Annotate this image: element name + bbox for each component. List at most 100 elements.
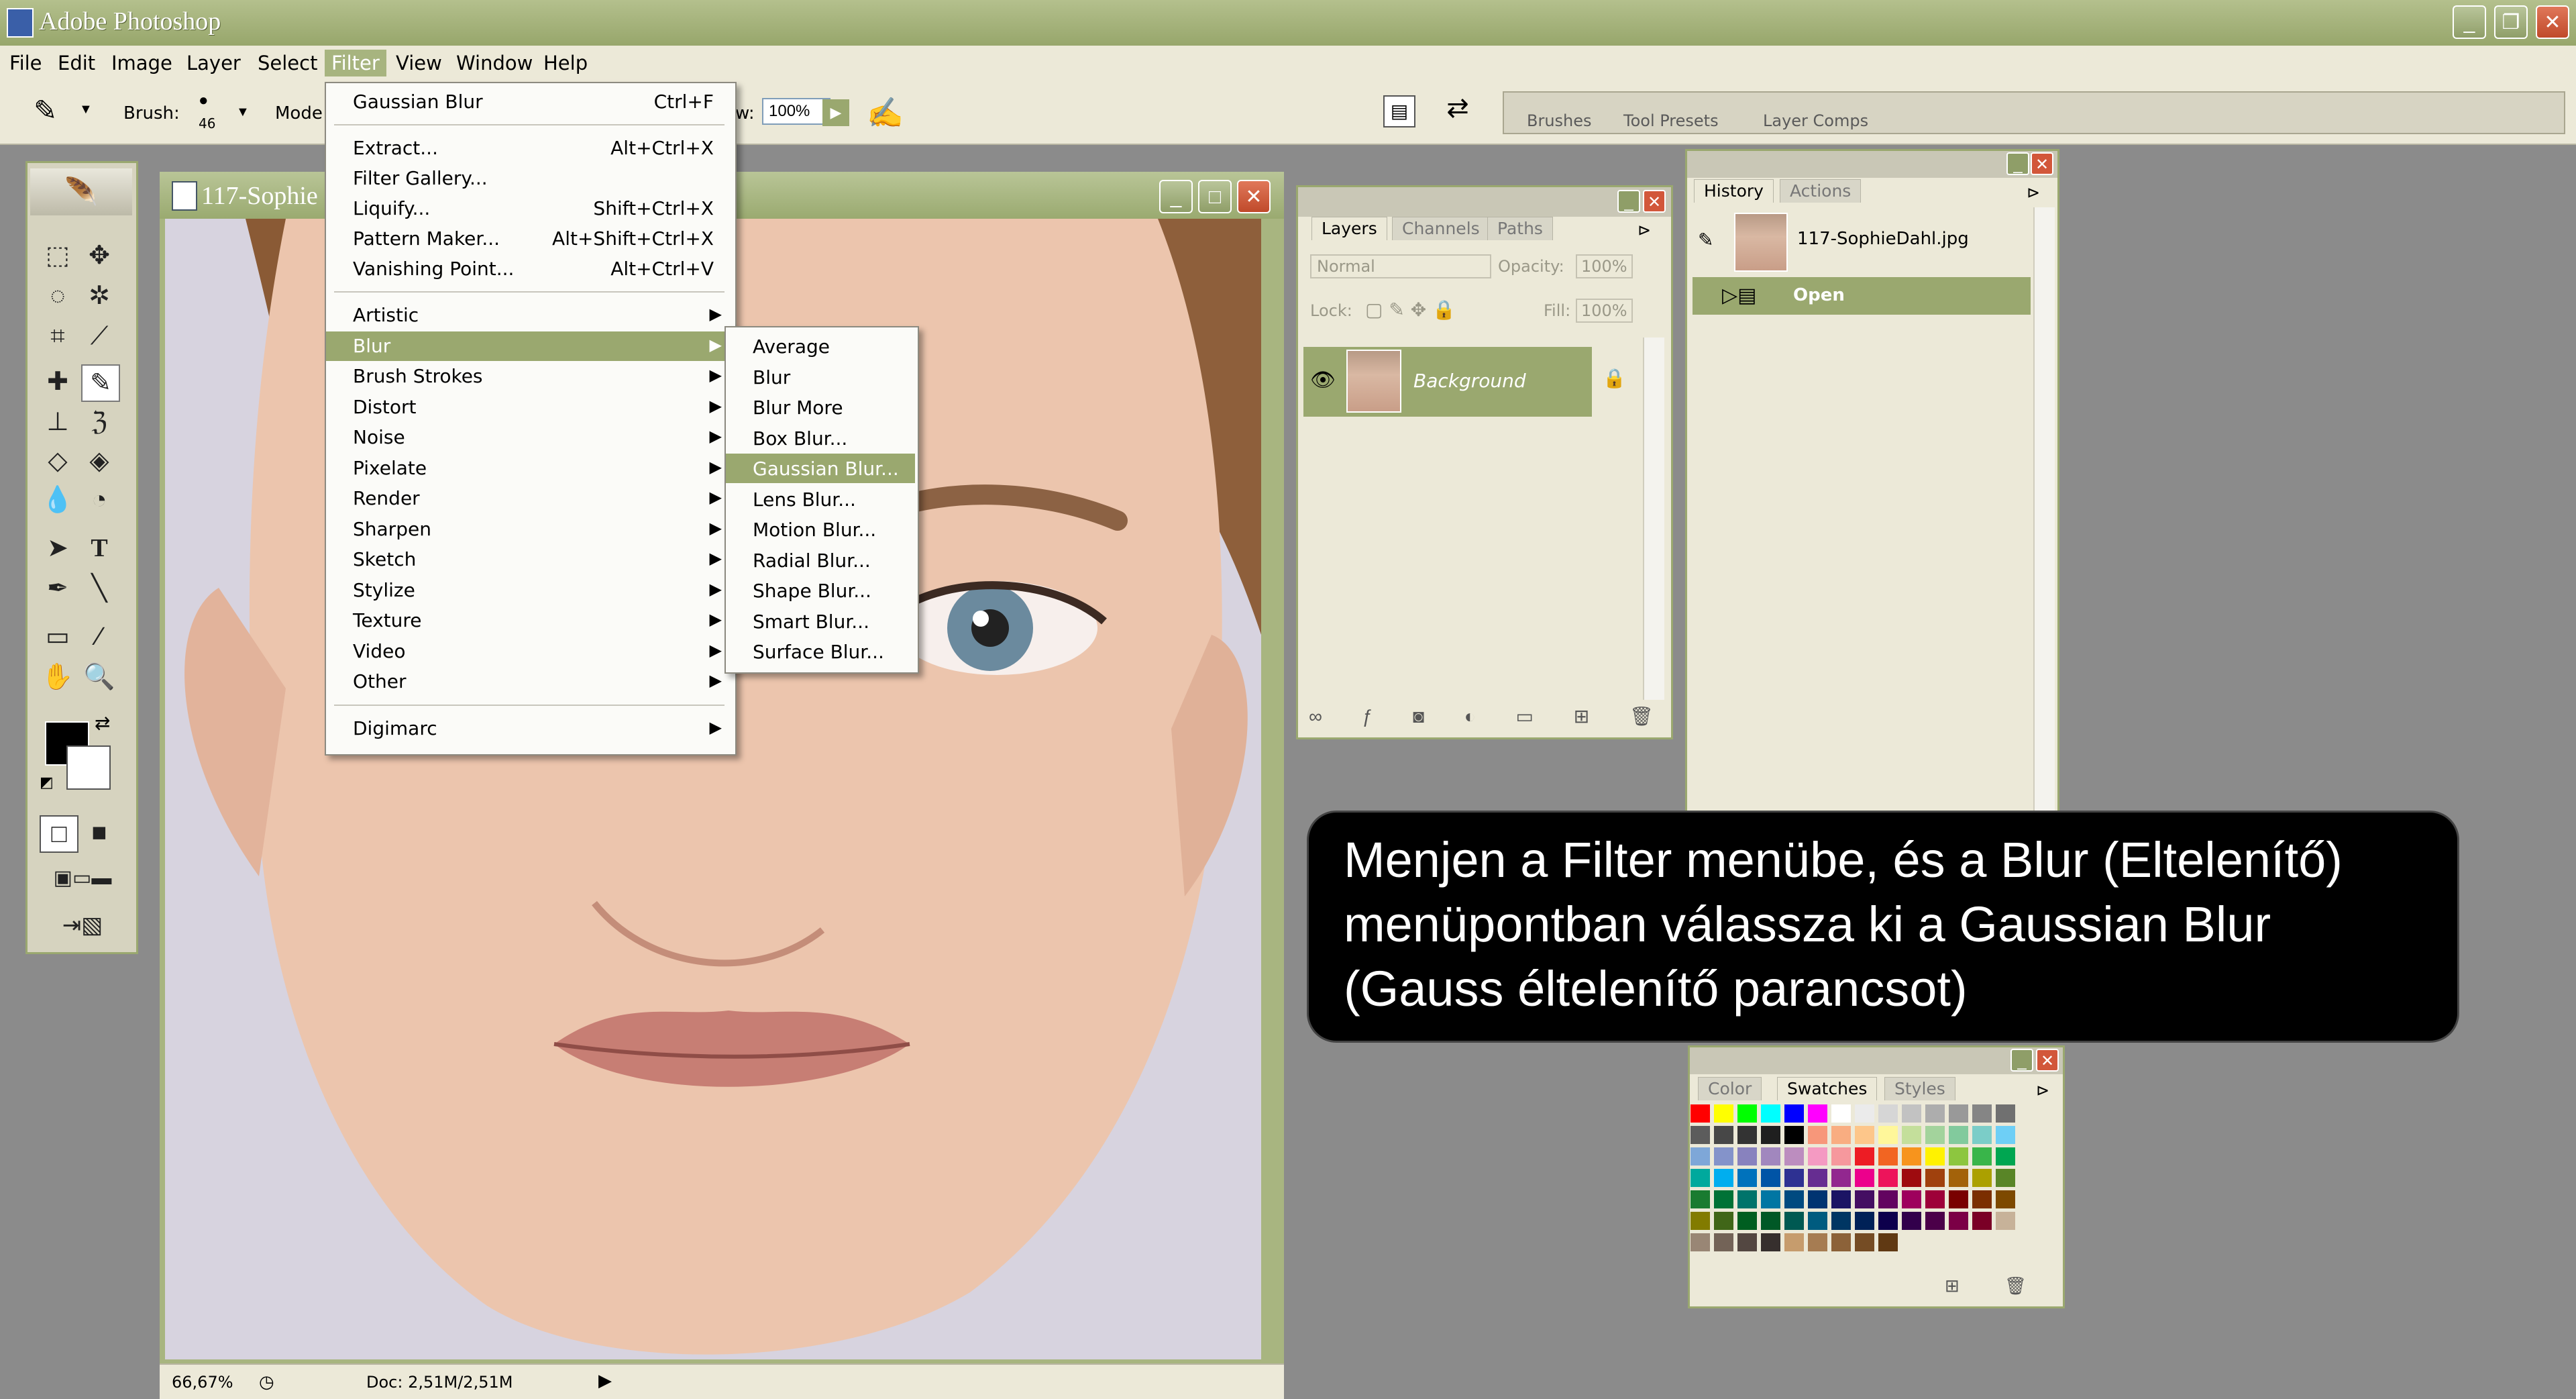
color-swatch[interactable]: [1690, 1147, 1710, 1165]
color-swatch[interactable]: [1808, 1104, 1827, 1123]
color-swatch[interactable]: [1878, 1126, 1898, 1144]
menu-select[interactable]: Select: [251, 50, 324, 76]
color-swatch[interactable]: [1714, 1212, 1733, 1230]
jump-to-imageready-icon[interactable]: ⇥▧: [36, 908, 129, 943]
well-tab-tool-presets[interactable]: Tool Presets: [1623, 111, 1719, 130]
standard-mode-icon[interactable]: □: [40, 815, 78, 853]
color-swatch[interactable]: [1996, 1126, 2015, 1144]
color-swatch[interactable]: [1714, 1126, 1733, 1144]
doc-minimize-button[interactable]: _: [1159, 180, 1193, 213]
color-swatch[interactable]: [1690, 1104, 1710, 1123]
doc-maximize-button[interactable]: □: [1198, 180, 1232, 213]
close-button[interactable]: ✕: [2536, 5, 2569, 39]
color-swatch[interactable]: [1855, 1190, 1874, 1208]
color-swatch[interactable]: [1855, 1126, 1874, 1144]
filter-menu-item-extract[interactable]: Extract... Alt+Ctrl+X: [326, 134, 733, 163]
filter-menu-item-brush-strokes[interactable]: Brush Strokes ▶: [326, 362, 733, 391]
color-swatch[interactable]: [1878, 1169, 1898, 1187]
blur-menu-item-gaussian-blur[interactable]: Gaussian Blur...: [726, 454, 915, 483]
color-swatch[interactable]: [1784, 1212, 1804, 1230]
blur-menu-item-motion-blur[interactable]: Motion Blur...: [726, 515, 915, 544]
color-swatch[interactable]: [1878, 1233, 1898, 1251]
color-swatch[interactable]: [1690, 1169, 1710, 1187]
move-tool-icon[interactable]: ✥: [81, 238, 117, 273]
color-swatch[interactable]: [1714, 1233, 1733, 1251]
blur-tool-icon[interactable]: 💧: [40, 482, 76, 517]
type-tool-icon[interactable]: T: [81, 531, 117, 566]
filter-menu-item-render[interactable]: Render ▶: [326, 484, 733, 513]
brush-tool-selected-icon[interactable]: ✎: [81, 364, 120, 402]
history-menu-icon[interactable]: ⊳: [2027, 183, 2040, 203]
flow-arrow-button[interactable]: ▶: [822, 99, 849, 126]
status-menu-icon[interactable]: ◷: [259, 1371, 274, 1392]
color-swatch[interactable]: [1996, 1190, 2015, 1208]
color-swatch[interactable]: [1808, 1190, 1827, 1208]
flow-input[interactable]: 100%: [762, 98, 830, 125]
color-swatch[interactable]: [1690, 1190, 1710, 1208]
color-swatch[interactable]: [1784, 1126, 1804, 1144]
color-swatch[interactable]: [1714, 1190, 1733, 1208]
history-state-open[interactable]: ▷▤ Open: [1693, 277, 2031, 315]
doc-close-button[interactable]: ✕: [1237, 180, 1271, 213]
history-collapse-button[interactable]: _: [2006, 152, 2029, 175]
color-swatch[interactable]: [1737, 1233, 1757, 1251]
color-swatch[interactable]: [1949, 1104, 1968, 1123]
well-tab-layer-comps[interactable]: Layer Comps: [1763, 111, 1868, 130]
color-swatch[interactable]: [1690, 1126, 1710, 1144]
brush-tool-icon[interactable]: ✎: [34, 94, 57, 127]
color-swatch[interactable]: [1925, 1190, 1945, 1208]
lock-icons[interactable]: ▢ ✎ ✥ 🔒: [1365, 299, 1456, 321]
blur-menu-item-surface-blur[interactable]: Surface Blur...: [726, 637, 915, 666]
color-swatch[interactable]: [1808, 1126, 1827, 1144]
blur-menu-item-smart-blur[interactable]: Smart Blur...: [726, 607, 915, 636]
magic-wand-icon[interactable]: ✲: [81, 278, 117, 313]
color-swatch[interactable]: [1878, 1104, 1898, 1123]
blur-menu-item-box-blur[interactable]: Box Blur...: [726, 423, 915, 453]
line-tool-icon[interactable]: ╲: [81, 571, 117, 606]
color-swatch[interactable]: [1808, 1147, 1827, 1165]
layers-menu-icon[interactable]: ⊳: [1638, 221, 1651, 240]
screen-mode-icon[interactable]: ▣▭▬: [36, 861, 129, 896]
blur-menu-item-shape-blur[interactable]: Shape Blur...: [726, 576, 915, 605]
filter-menu-item-distort[interactable]: Distort ▶: [326, 393, 733, 422]
color-swatch[interactable]: [1996, 1147, 2015, 1165]
tab-styles[interactable]: Styles: [1884, 1077, 1955, 1100]
filter-menu-item-pattern-maker[interactable]: Pattern Maker... Alt+Shift+Ctrl+X: [326, 224, 733, 254]
layers-scrollbar[interactable]: [1643, 338, 1664, 700]
color-swatch[interactable]: [1949, 1147, 1968, 1165]
tab-swatches[interactable]: Swatches: [1777, 1077, 1878, 1100]
path-selection-icon[interactable]: ➤: [40, 531, 76, 566]
color-swatch[interactable]: [1949, 1126, 1968, 1144]
color-swatch[interactable]: [1878, 1147, 1898, 1165]
lasso-tool-icon[interactable]: ◌: [40, 278, 76, 313]
color-swatch[interactable]: [1784, 1233, 1804, 1251]
eraser-tool-icon[interactable]: ◇: [40, 444, 76, 478]
filter-menu-item-filter-gallery[interactable]: Filter Gallery...: [326, 164, 733, 193]
color-swatch[interactable]: [1831, 1212, 1851, 1230]
layer-row-background[interactable]: 👁 Background 🔒: [1303, 347, 1626, 417]
color-swatch[interactable]: [1808, 1233, 1827, 1251]
snapshot-brush-icon[interactable]: ✎: [1698, 229, 1713, 251]
color-swatch[interactable]: [1831, 1126, 1851, 1144]
tab-paths[interactable]: Paths: [1487, 217, 1553, 240]
color-swatch[interactable]: [1737, 1147, 1757, 1165]
brush-chevron-icon[interactable]: ▼: [236, 105, 250, 120]
blur-menu-item-lens-blur[interactable]: Lens Blur...: [726, 484, 915, 514]
history-scrollbar[interactable]: [2033, 207, 2055, 811]
color-swatch[interactable]: [1761, 1126, 1780, 1144]
minimize-button[interactable]: _: [2453, 5, 2486, 39]
well-tab-brushes[interactable]: Brushes: [1527, 111, 1592, 130]
layers-close-button[interactable]: ✕: [1643, 190, 1666, 213]
dodge-tool-icon[interactable]: ◔: [81, 482, 117, 517]
color-swatch[interactable]: [1925, 1104, 1945, 1123]
filter-menu-item-blur[interactable]: Blur ▶: [326, 331, 733, 361]
color-swatch[interactable]: [1737, 1169, 1757, 1187]
menu-layer[interactable]: Layer: [180, 50, 248, 76]
blur-menu-item-blur-more[interactable]: Blur More: [726, 393, 915, 422]
color-swatch[interactable]: [1737, 1104, 1757, 1123]
blur-menu-item-blur[interactable]: Blur: [726, 362, 915, 392]
color-swatch[interactable]: [1808, 1169, 1827, 1187]
color-swatch[interactable]: [1690, 1233, 1710, 1251]
filter-menu-item-artistic[interactable]: Artistic ▶: [326, 301, 733, 330]
color-swatch[interactable]: [1902, 1147, 1921, 1165]
